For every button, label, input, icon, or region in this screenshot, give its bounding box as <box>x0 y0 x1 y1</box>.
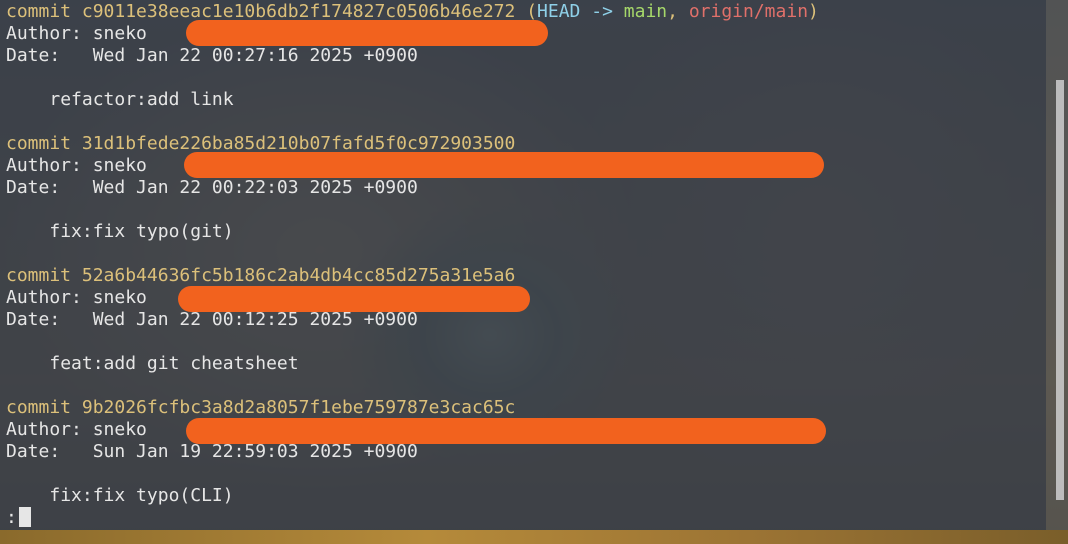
author-label: Author: <box>6 419 82 440</box>
text-cursor <box>18 507 31 527</box>
author-name: sneko <box>92 419 147 440</box>
author-label: Author: <box>6 155 82 176</box>
wallpaper-bottom-strip <box>0 530 1068 544</box>
remote-ref: origin/main <box>688 1 809 22</box>
commit-hash: 52a6b44636fc5b186c2ab4db4cc85d275a31e5a6 <box>81 265 516 286</box>
date-value: Wed Jan 22 00:27:16 2025 +0900 <box>92 45 418 66</box>
redaction-mark <box>186 418 826 444</box>
commit-line: commit 9b2026fcfbc3a8d2a8057f1ebe759787e… <box>6 397 515 419</box>
date-line: Date: Wed Jan 22 00:27:16 2025 +0900 <box>6 45 418 67</box>
commit-message: fix:fix typo(git) <box>6 221 234 243</box>
message-text: fix:fix typo(CLI) <box>49 485 234 506</box>
commit-hash: 31d1bfede226ba85d210b07fafd5f0c972903500 <box>81 133 516 154</box>
ref-arrow: -> <box>591 1 613 22</box>
redaction-mark <box>184 152 824 178</box>
redaction-mark <box>186 20 548 46</box>
branch-ref: main <box>623 1 668 22</box>
commit-keyword: commit <box>6 1 72 22</box>
author-line: Author: sneko <box>6 419 147 441</box>
commit-message: feat:add git cheatsheet <box>6 353 299 375</box>
head-ref: HEAD <box>537 1 581 22</box>
message-text: fix:fix typo(git) <box>49 221 234 242</box>
commit-hash: 9b2026fcfbc3a8d2a8057f1ebe759787e3cac65c <box>81 397 516 418</box>
date-line: Date: Sun Jan 19 22:59:03 2025 +0900 <box>6 441 418 463</box>
commit-line: commit 52a6b44636fc5b186c2ab4db4cc85d275… <box>6 265 515 287</box>
author-name: sneko <box>92 155 147 176</box>
terminal-scrollbar[interactable] <box>1056 80 1064 500</box>
prompt-char: : <box>6 507 17 528</box>
date-label: Date: <box>6 45 61 66</box>
commit-message: refactor:add link <box>6 89 234 111</box>
author-name: sneko <box>92 287 147 308</box>
author-line: Author: sneko <box>6 287 147 309</box>
author-line: Author: sneko <box>6 155 147 177</box>
terminal-window[interactable]: commit c9011e38eeac1e10b6db2f174827c0506… <box>0 0 1046 530</box>
date-value: Wed Jan 22 00:22:03 2025 +0900 <box>92 177 418 198</box>
author-name: sneko <box>92 23 147 44</box>
date-value: Sun Jan 19 22:59:03 2025 +0900 <box>92 441 418 462</box>
ref-open-paren: ( <box>526 1 538 22</box>
date-label: Date: <box>6 177 61 198</box>
date-label: Date: <box>6 441 61 462</box>
author-line: Author: sneko <box>6 23 147 45</box>
message-text: feat:add git cheatsheet <box>49 353 299 374</box>
date-line: Date: Wed Jan 22 00:12:25 2025 +0900 <box>6 309 418 331</box>
author-label: Author: <box>6 287 82 308</box>
commit-keyword: commit <box>6 265 72 286</box>
ref-separator: , <box>667 1 678 22</box>
redaction-mark <box>178 286 530 312</box>
commit-keyword: commit <box>6 397 72 418</box>
pager-prompt[interactable]: : <box>6 507 31 529</box>
message-text: refactor:add link <box>49 89 234 110</box>
date-label: Date: <box>6 309 61 330</box>
date-value: Wed Jan 22 00:12:25 2025 +0900 <box>92 309 418 330</box>
author-label: Author: <box>6 23 82 44</box>
date-line: Date: Wed Jan 22 00:22:03 2025 +0900 <box>6 177 418 199</box>
ref-close-paren: ) <box>808 1 819 22</box>
commit-keyword: commit <box>6 133 72 154</box>
commit-message: fix:fix typo(CLI) <box>6 485 234 507</box>
commit-hash: c9011e38eeac1e10b6db2f174827c0506b46e272 <box>81 1 516 22</box>
